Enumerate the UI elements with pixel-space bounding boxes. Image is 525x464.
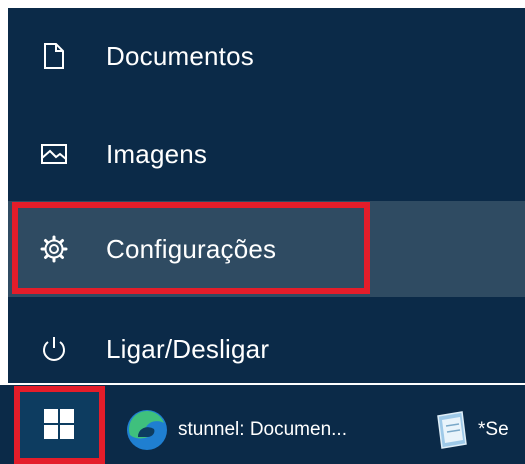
menu-item-label: Ligar/Desligar (106, 333, 270, 364)
document-icon (38, 40, 70, 72)
taskbar-app-edge[interactable]: stunnel: Documen... (124, 405, 347, 455)
pictures-icon (38, 138, 70, 170)
taskbar-app-label: *Se (478, 419, 509, 440)
notepad-icon (428, 408, 472, 452)
menu-item-imagens[interactable]: Imagens (8, 106, 525, 202)
power-icon (38, 333, 70, 365)
menu-item-documentos[interactable]: Documentos (8, 8, 525, 104)
start-menu: Documentos Imagens Configurações Ligar/D… (8, 8, 525, 383)
highlight-box-configuracoes (12, 202, 370, 294)
menu-item-label: Imagens (106, 138, 208, 169)
edge-browser-icon (124, 407, 170, 453)
taskbar-app-label: stunnel: Documen... (178, 419, 347, 440)
menu-item-label: Documentos (106, 40, 254, 71)
taskbar-app-notepad[interactable]: *Se (428, 405, 509, 455)
menu-item-ligar-desligar[interactable]: Ligar/Desligar (8, 301, 525, 397)
highlight-box-start-button (14, 386, 105, 464)
